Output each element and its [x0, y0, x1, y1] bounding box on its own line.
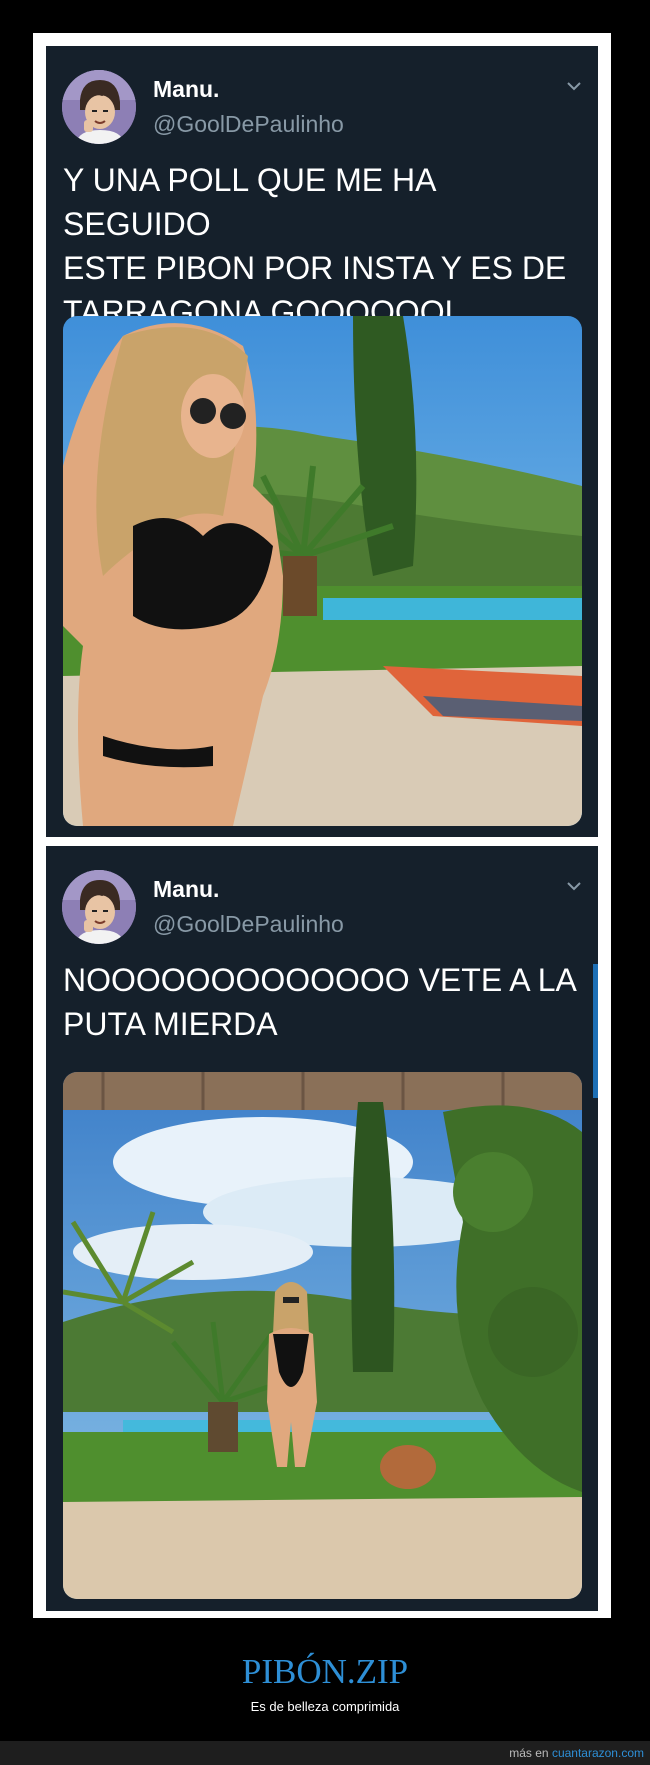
tweet-text-line: ESTE PIBON POR INSTA Y ES DE: [63, 250, 567, 286]
scrollbar[interactable]: [593, 964, 598, 1098]
user-handle[interactable]: @GoolDePaulinho: [153, 111, 344, 138]
display-name[interactable]: Manu.: [153, 76, 219, 103]
meme-frame: Manu. @GoolDePaulinho Y UNA POLL QUE ME …: [33, 33, 611, 1618]
tweet-photo[interactable]: [63, 316, 582, 826]
tweet-2: Manu. @GoolDePaulinho NOOOOOOOOOOOOO VET…: [46, 846, 598, 1611]
user-handle[interactable]: @GoolDePaulinho: [153, 911, 344, 938]
tweet-text-line: PUTA MIERDA: [63, 1006, 278, 1042]
tweet-text: Y UNA POLL QUE ME HA SEGUIDO ESTE PIBON …: [63, 158, 583, 334]
avatar[interactable]: [62, 70, 136, 144]
tweet-photo[interactable]: [63, 1072, 582, 1599]
chevron-down-icon[interactable]: [564, 876, 584, 896]
credit-prefix: más en: [509, 1746, 549, 1760]
tweet-text-line: NOOOOOOOOOOOOO VETE A LA: [63, 962, 577, 998]
avatar[interactable]: [62, 870, 136, 944]
caption-title: PIBÓN.ZIP: [241, 1652, 409, 1691]
site-credit-bar: más en cuantarazon.com: [0, 1741, 650, 1765]
tweet-text-line: Y UNA POLL QUE ME HA SEGUIDO: [63, 162, 435, 242]
site-link[interactable]: cuantarazon.com: [552, 1746, 644, 1760]
site-credit: más en cuantarazon.com: [509, 1746, 644, 1760]
chevron-down-icon[interactable]: [564, 76, 584, 96]
display-name[interactable]: Manu.: [153, 876, 219, 903]
tweet-text: NOOOOOOOOOOOOO VETE A LA PUTA MIERDA: [63, 958, 583, 1046]
tweet-1: Manu. @GoolDePaulinho Y UNA POLL QUE ME …: [46, 46, 598, 837]
caption-subtitle: Es de belleza comprimida: [250, 1699, 400, 1714]
